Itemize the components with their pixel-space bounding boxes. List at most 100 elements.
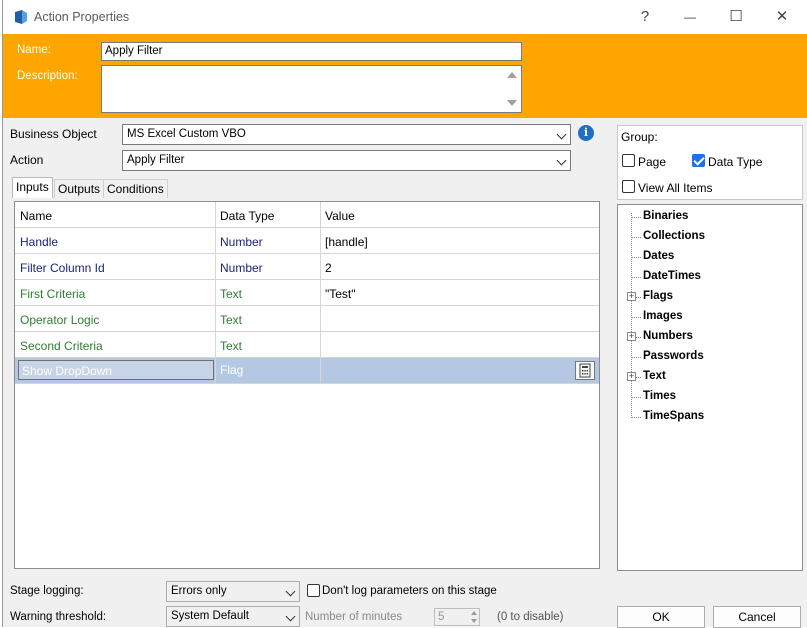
tree-item-numbers[interactable]: Numbers <box>643 330 693 342</box>
stage-logging-label: Stage logging: <box>10 585 84 597</box>
name-field[interactable]: Apply Filter <box>101 42 522 61</box>
table-row[interactable]: Filter Column Id Number 2 <box>15 254 599 280</box>
minutes-spinner[interactable]: 5 <box>434 608 480 626</box>
expand-plus-icon[interactable]: + <box>627 372 636 381</box>
page-checkbox[interactable] <box>622 154 635 167</box>
view-all-items-checkbox[interactable] <box>622 180 635 193</box>
scroll-up-icon[interactable] <box>507 72 517 78</box>
scroll-down-icon[interactable] <box>507 100 517 106</box>
tab-outputs[interactable]: Outputs <box>54 179 105 198</box>
column-divider <box>215 202 216 384</box>
param-value[interactable] <box>320 306 330 332</box>
description-label: Description: <box>17 70 78 82</box>
column-header-data-type[interactable]: Data Type <box>215 202 320 228</box>
dont-log-parameters-checkbox[interactable] <box>307 584 320 597</box>
tree-item-timespans[interactable]: TimeSpans <box>643 410 704 422</box>
business-object-select[interactable]: MS Excel Custom VBO <box>122 124 571 145</box>
group-label: Group: <box>621 130 658 144</box>
close-button[interactable]: ✕ <box>762 6 802 28</box>
number-of-minutes-label: Number of minutes <box>305 611 403 623</box>
tree-connector <box>631 417 641 418</box>
group-panel: Group: Page Data Type View All Items <box>617 125 803 200</box>
param-type: Flag <box>220 363 244 377</box>
param-name: Second Criteria <box>20 339 103 353</box>
param-name-edit[interactable]: Show DropDown <box>18 360 214 380</box>
warning-threshold-select[interactable]: System Default <box>166 606 300 627</box>
table-row[interactable]: Second Criteria Text <box>15 332 599 358</box>
param-name: Filter Column Id <box>20 261 105 275</box>
table-row-selected[interactable]: Show DropDown Flag <box>15 358 599 384</box>
tab-conditions[interactable]: Conditions <box>103 179 168 198</box>
data-type-checkbox-label: Data Type <box>708 155 763 169</box>
data-items-tree: Binaries Collections Dates DateTimes + F… <box>617 204 803 571</box>
table-row[interactable]: First Criteria Text "Test" <box>15 280 599 306</box>
column-divider <box>320 202 321 384</box>
tree-item-binaries[interactable]: Binaries <box>643 210 688 222</box>
tree-connector <box>631 257 641 258</box>
stage-logging-value: Errors only <box>171 585 227 597</box>
param-type: Text <box>220 313 243 327</box>
tree-connector <box>631 357 641 358</box>
param-type: Text <box>220 287 243 301</box>
maximize-button[interactable]: ☐ <box>716 6 756 28</box>
action-value: Apply Filter <box>127 154 185 166</box>
chevron-down-icon <box>285 586 296 597</box>
table-row[interactable]: Operator Logic Text <box>15 306 599 332</box>
window-title: Action Properties <box>34 10 130 24</box>
param-value[interactable]: [handle] <box>320 228 373 254</box>
cancel-button[interactable]: Cancel <box>713 606 801 628</box>
param-type: Number <box>220 235 263 249</box>
tree-item-collections[interactable]: Collections <box>643 230 705 242</box>
tree-connector <box>631 277 641 278</box>
expand-plus-icon[interactable]: + <box>627 332 636 341</box>
dont-log-parameters-label: Don't log parameters on this stage <box>322 585 497 597</box>
action-label: Action <box>10 153 44 167</box>
param-type: Number <box>220 261 263 275</box>
stage-logging-select[interactable]: Errors only <box>166 581 300 602</box>
chevron-down-icon <box>285 611 296 622</box>
business-object-label: Business Object <box>10 127 97 141</box>
tree-item-flags[interactable]: Flags <box>643 290 673 302</box>
tree-item-images[interactable]: Images <box>643 310 683 322</box>
blueprism-app-icon <box>15 10 27 24</box>
tree-item-passwords[interactable]: Passwords <box>643 350 704 362</box>
spin-up-icon[interactable] <box>471 611 477 615</box>
param-value[interactable]: 2 <box>320 254 337 280</box>
table-row[interactable]: Handle Number [handle] <box>15 228 599 254</box>
warning-threshold-value: System Default <box>171 610 249 622</box>
tree-connector <box>631 317 641 318</box>
parameters-grid: Name Data Type Value Handle Number [hand… <box>14 201 600 569</box>
action-select[interactable]: Apply Filter <box>122 150 571 171</box>
expand-plus-icon[interactable]: + <box>627 292 636 301</box>
ok-button[interactable]: OK <box>617 606 705 628</box>
tree-item-dates[interactable]: Dates <box>643 250 674 262</box>
data-type-checkbox[interactable] <box>692 154 705 167</box>
action-properties-dialog: Action Properties ? — ☐ ✕ Name: Apply Fi… <box>2 0 807 628</box>
param-value[interactable]: "Test" <box>320 280 361 306</box>
param-value[interactable] <box>320 332 330 358</box>
grid-header-row: Name Data Type Value <box>15 202 599 228</box>
tree-item-times[interactable]: Times <box>643 390 676 402</box>
tree-item-text[interactable]: Text <box>643 370 666 382</box>
minimize-button[interactable]: — <box>670 6 710 28</box>
spin-down-icon[interactable] <box>471 619 477 623</box>
tab-inputs[interactable]: Inputs <box>12 177 53 198</box>
page-checkbox-label: Page <box>638 155 667 169</box>
tree-connector <box>631 213 632 418</box>
minutes-value: 5 <box>438 611 445 623</box>
description-field[interactable] <box>101 65 522 113</box>
help-button[interactable]: ? <box>625 6 665 28</box>
tree-item-datetimes[interactable]: DateTimes <box>643 270 701 282</box>
column-header-name[interactable]: Name <box>15 202 215 228</box>
expression-editor-button[interactable] <box>575 361 595 380</box>
warning-threshold-label: Warning threshold: <box>10 611 107 623</box>
name-label: Name: <box>17 44 51 56</box>
param-value[interactable] <box>320 358 330 384</box>
tree-connector <box>631 397 641 398</box>
param-name: First Criteria <box>20 287 86 301</box>
title-bar: Action Properties ? — ☐ ✕ <box>3 0 807 34</box>
info-icon[interactable]: i <box>578 125 594 141</box>
description-scrollbar[interactable] <box>504 66 521 112</box>
column-header-value[interactable]: Value <box>320 202 599 228</box>
stage-header: Name: Apply Filter Description: <box>3 34 807 118</box>
